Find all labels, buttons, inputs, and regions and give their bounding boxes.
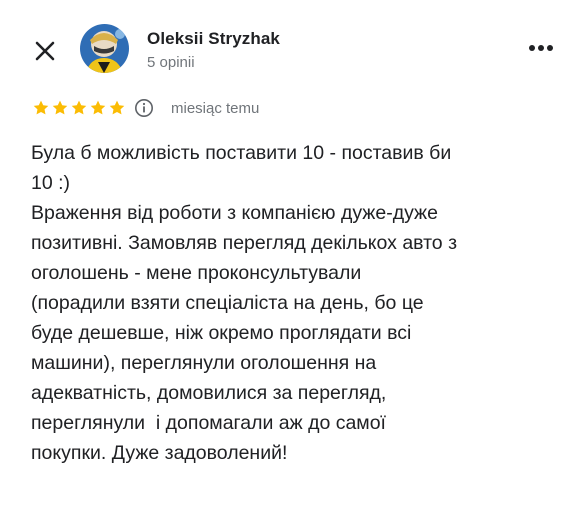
review-line: адекватність, домовилися за перегляд, [31,382,387,404]
review-line: переглянули і допомагали аж до самої [31,412,386,434]
avatar-image [80,24,129,73]
star-icon [33,100,49,115]
close-button[interactable] [28,34,62,68]
review-line: машини), переглянули оголошення на [31,352,377,374]
review-line: оголошень - мене проконсультували [31,262,362,284]
review-line: буде дешевше, ніж окремо проглядати всі [31,322,412,344]
star-icon [90,100,106,115]
more-horizontal-icon [529,45,553,51]
review-line: позитивні. Замовляв перегляд декількох а… [31,232,458,254]
reviewer-name[interactable]: Oleksii Stryzhak [147,29,280,49]
info-icon[interactable] [134,98,154,118]
avatar[interactable] [80,24,129,73]
review-text: Була б можливість поставити 10 - постави… [31,138,561,468]
review-line: 10 :) [31,172,71,194]
star-icon [109,100,125,115]
rating-row: miesiąc temu [32,96,259,120]
review-line: покупки. Дуже задоволений! [31,442,288,464]
more-options-button[interactable] [524,36,558,60]
review-line: Враження від роботи з компанією дуже-дуж… [31,202,438,224]
review-line: (порадили взяти спеціаліста на день, бо … [31,292,424,314]
reviewer-review-count: 5 opinii [147,54,195,71]
close-icon [35,41,55,61]
star-rating [32,99,126,117]
review-time: miesiąc temu [171,99,260,117]
review-line: Була б можливість поставити 10 - постави… [31,142,452,164]
star-icon [71,100,87,115]
star-icon [52,100,68,115]
